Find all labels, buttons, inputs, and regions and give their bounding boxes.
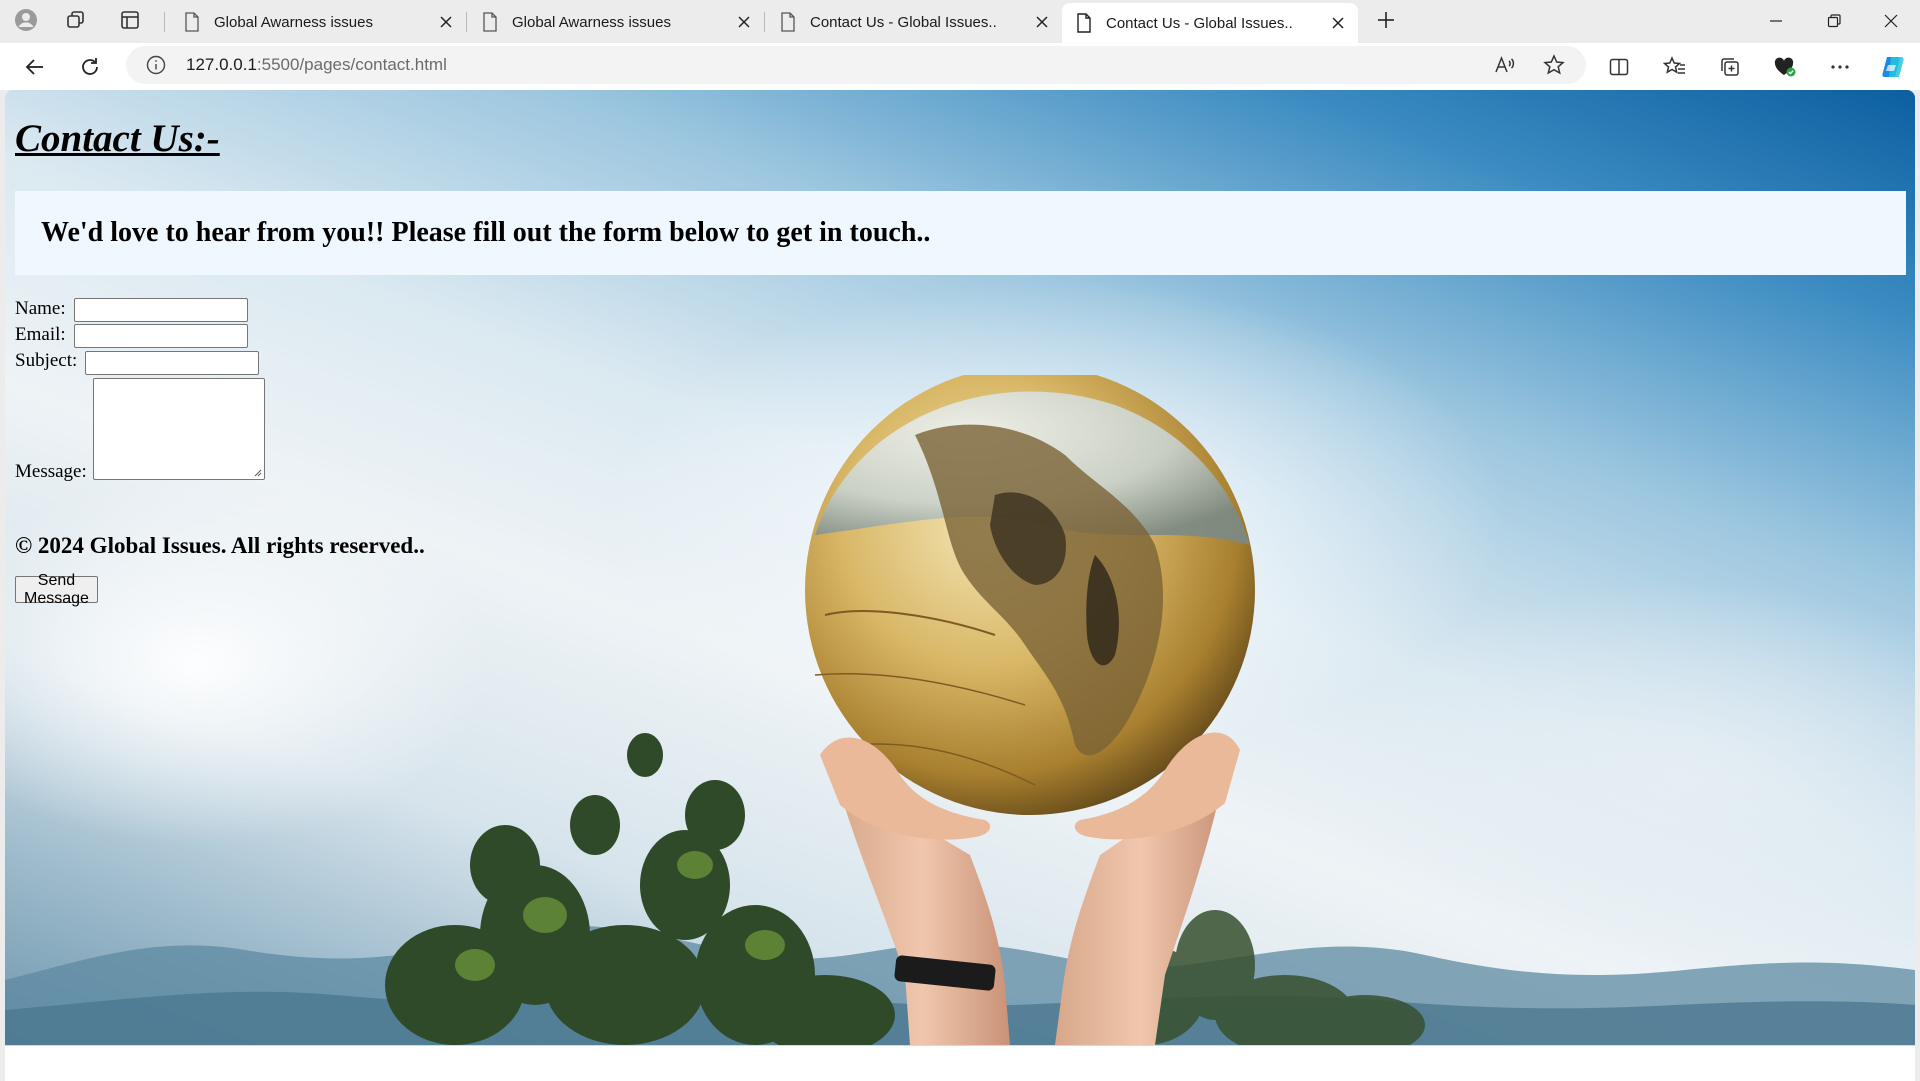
tab-separator — [164, 12, 165, 32]
send-message-button[interactable]: Send Message — [15, 572, 98, 607]
close-icon[interactable] — [436, 12, 456, 32]
close-icon[interactable] — [1032, 12, 1052, 32]
page-title: Contact Us:- — [15, 117, 220, 160]
tab-contact-us-1[interactable]: Contact Us - Global Issues.. — [766, 4, 1062, 40]
info-icon[interactable] — [146, 55, 166, 75]
footer-copyright: © 2024 Global Issues. All rights reserve… — [15, 533, 425, 558]
globe-held-by-hands-image — [805, 375, 1255, 1045]
resize-grip-icon[interactable] — [253, 468, 262, 477]
tab-contact-us-active[interactable]: Contact Us - Global Issues.. — [1062, 3, 1358, 43]
page-icon — [1076, 13, 1092, 33]
message-label: Message: — [15, 461, 87, 482]
tab-actions-icon[interactable] — [118, 8, 142, 32]
page-icon — [482, 12, 498, 32]
tab-title: Global Awarness issues — [214, 13, 373, 31]
intro-banner: We'd love to hear from you!! Please fill… — [15, 191, 1906, 275]
restore-icon[interactable] — [1807, 0, 1861, 42]
tab-separator — [764, 12, 765, 32]
name-label: Name: — [15, 298, 66, 319]
email-row: Email: — [15, 324, 66, 346]
message-textarea[interactable] — [93, 378, 265, 480]
email-label: Email: — [15, 324, 66, 345]
copilot-icon[interactable] — [1878, 52, 1908, 82]
tab-title: Contact Us - Global Issues.. — [810, 13, 997, 31]
name-row: Name: — [15, 298, 66, 320]
favorite-star-icon[interactable] — [1542, 53, 1566, 77]
url-path: :5500/pages/contact.html — [256, 55, 447, 74]
tab-global-awarness-2[interactable]: Global Awarness issues — [468, 4, 764, 40]
more-icon[interactable] — [1825, 52, 1855, 82]
page-viewport: Contact Us:- We'd love to hear from you!… — [5, 90, 1915, 1045]
tab-global-awarness-1[interactable]: Global Awarness issues — [170, 4, 466, 40]
email-input[interactable] — [74, 324, 248, 348]
window-close-icon[interactable] — [1864, 0, 1918, 42]
favorites-icon[interactable] — [1660, 52, 1690, 82]
reload-icon[interactable] — [75, 52, 105, 82]
message-row: Message: — [15, 461, 87, 483]
workspaces-icon[interactable] — [64, 8, 88, 32]
minimize-icon[interactable] — [1749, 0, 1803, 42]
close-icon[interactable] — [734, 12, 754, 32]
name-input[interactable] — [74, 298, 248, 322]
new-tab-icon[interactable] — [1374, 8, 1398, 32]
subject-row: Subject: — [15, 350, 77, 372]
close-icon[interactable] — [1328, 13, 1348, 33]
back-icon[interactable] — [20, 52, 50, 82]
url-host: 127.0.0.1 — [186, 55, 257, 74]
page-icon — [780, 12, 796, 32]
read-aloud-icon[interactable] — [1492, 53, 1516, 77]
profile-icon[interactable] — [14, 8, 38, 32]
page-bottom-area — [5, 1045, 1915, 1081]
browser-essentials-icon[interactable] — [1770, 52, 1800, 82]
tab-strip: Global Awarness issues Global Awarness i… — [0, 0, 1920, 43]
tab-separator — [466, 12, 467, 32]
tab-title: Global Awarness issues — [512, 13, 671, 31]
tab-title: Contact Us - Global Issues.. — [1106, 14, 1293, 32]
split-screen-icon[interactable] — [1604, 52, 1634, 82]
address-bar[interactable]: 127.0.0.1:5500/pages/contact.html — [126, 46, 1586, 84]
intro-text: We'd love to hear from you!! Please fill… — [41, 217, 931, 248]
url-text[interactable]: 127.0.0.1:5500/pages/contact.html — [186, 55, 447, 75]
collections-icon[interactable] — [1715, 52, 1745, 82]
subject-input[interactable] — [85, 351, 259, 375]
page-icon — [184, 12, 200, 32]
subject-label: Subject: — [15, 350, 78, 371]
navigation-toolbar: 127.0.0.1:5500/pages/contact.html — [0, 43, 1920, 90]
